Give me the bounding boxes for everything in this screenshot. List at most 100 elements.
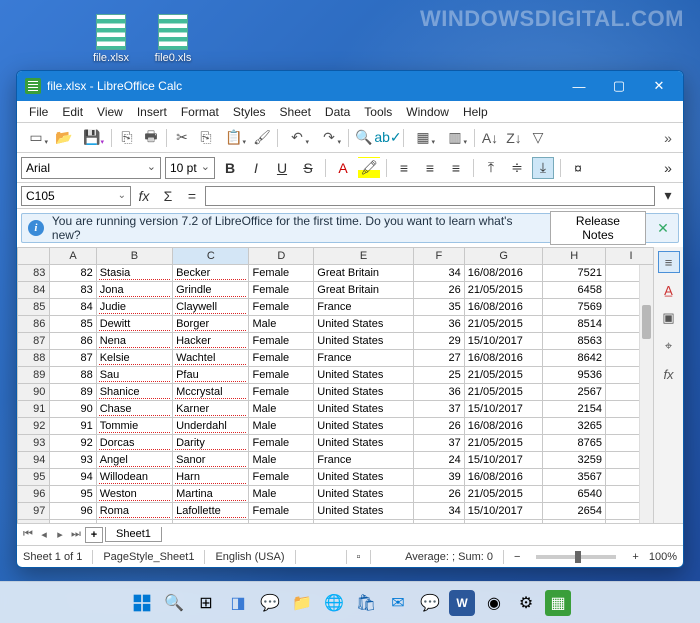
status-selection-mode[interactable]: ▫ xyxy=(357,551,361,563)
cell[interactable]: Pfau xyxy=(173,367,249,384)
edge-icon[interactable]: 🌐 xyxy=(321,590,347,616)
file-explorer-icon[interactable]: 📁 xyxy=(289,590,315,616)
table-row[interactable]: 9493AngelSanorMaleFrance2415/10/20173259 xyxy=(18,452,654,469)
underline-button[interactable]: U xyxy=(271,157,293,179)
cell[interactable]: Great Britain xyxy=(314,282,414,299)
cell[interactable]: 2654 xyxy=(543,503,606,520)
cell[interactable]: 16/08/2016 xyxy=(464,469,543,486)
strike-button[interactable]: S xyxy=(297,157,319,179)
row-head[interactable]: 98 xyxy=(18,520,50,524)
cell[interactable]: Sau xyxy=(96,367,172,384)
table-row[interactable]: 9291TommieUnderdahlMaleUnited States2616… xyxy=(18,418,654,435)
cell[interactable]: Stasia xyxy=(96,265,172,282)
new-button[interactable]: ▭ xyxy=(21,127,51,149)
cell[interactable]: Female xyxy=(249,299,314,316)
tab-last-button[interactable]: ⏭ xyxy=(69,528,83,541)
cell[interactable]: 24 xyxy=(413,452,464,469)
cell[interactable]: 34 xyxy=(413,503,464,520)
spellcheck-button[interactable]: ab✓ xyxy=(377,127,399,149)
font-color-button[interactable]: A xyxy=(332,157,354,179)
cell[interactable]: 36 xyxy=(413,384,464,401)
cell[interactable]: 93 xyxy=(50,452,96,469)
cell[interactable]: 35 xyxy=(413,299,464,316)
cell[interactable]: 16/08/2016 xyxy=(464,299,543,316)
bold-button[interactable]: B xyxy=(219,157,241,179)
toolbar-overflow-button[interactable]: » xyxy=(657,127,679,149)
cell[interactable]: 8642 xyxy=(543,350,606,367)
table-row[interactable]: 9392DorcasDarityFemaleUnited States3721/… xyxy=(18,435,654,452)
widgets-icon[interactable]: ◨ xyxy=(225,590,251,616)
cell[interactable]: 37 xyxy=(413,435,464,452)
copy-button[interactable]: ⎘ xyxy=(195,127,217,149)
cut-button[interactable]: ✂ xyxy=(171,127,193,149)
tab-next-button[interactable]: ▸ xyxy=(53,528,67,541)
cell[interactable]: 82 xyxy=(50,265,96,282)
valign-middle-button[interactable]: ≑ xyxy=(506,157,528,179)
cell[interactable]: 95 xyxy=(50,486,96,503)
cell[interactable]: Mccrystal xyxy=(173,384,249,401)
cell[interactable]: 15/10/2017 xyxy=(464,452,543,469)
cell[interactable]: 16/08/2016 xyxy=(464,350,543,367)
tab-first-button[interactable]: ⏮ xyxy=(21,528,35,541)
cell[interactable]: Hacker xyxy=(173,333,249,350)
minimize-button[interactable]: — xyxy=(559,71,599,101)
cell[interactable]: 21/05/2015 xyxy=(464,486,543,503)
cell[interactable]: 89 xyxy=(50,384,96,401)
cell[interactable]: 92 xyxy=(50,435,96,452)
sidebar-functions-icon[interactable]: fx xyxy=(658,363,680,385)
row-head[interactable]: 95 xyxy=(18,469,50,486)
paste-button[interactable]: 📋 xyxy=(219,127,249,149)
cell[interactable]: 6540 xyxy=(543,486,606,503)
cell[interactable]: Martina xyxy=(173,486,249,503)
cell[interactable]: 97 xyxy=(50,520,96,524)
cell[interactable]: United States xyxy=(314,401,414,418)
cell[interactable]: 26 xyxy=(413,282,464,299)
table-row[interactable]: 8685DewittBorgerMaleUnited States3621/05… xyxy=(18,316,654,333)
cell[interactable]: 16/08/2016 xyxy=(464,520,543,524)
cell[interactable]: Male xyxy=(249,418,314,435)
cell[interactable]: Felisa xyxy=(96,520,172,524)
currency-button[interactable]: ¤ xyxy=(567,157,589,179)
undo-button[interactable]: ↶ xyxy=(282,127,312,149)
row-head[interactable]: 92 xyxy=(18,418,50,435)
zoom-out-button[interactable]: − xyxy=(514,551,520,563)
cell[interactable]: Female xyxy=(249,350,314,367)
cell[interactable]: Female xyxy=(249,469,314,486)
open-button[interactable]: 📂 xyxy=(53,127,75,149)
libreoffice-calc-icon[interactable]: ▦ xyxy=(545,590,571,616)
table-row[interactable]: 8887KelsieWachtelFemaleFrance2716/08/201… xyxy=(18,350,654,367)
cell[interactable]: 21/05/2015 xyxy=(464,367,543,384)
autofilter-button[interactable]: ▽ xyxy=(527,127,549,149)
cell[interactable]: Wachtel xyxy=(173,350,249,367)
cell[interactable]: 86 xyxy=(50,333,96,350)
zoom-slider[interactable] xyxy=(536,555,616,559)
menu-styles[interactable]: Styles xyxy=(227,103,272,121)
table-row[interactable]: 8483JonaGrindleFemaleGreat Britain2621/0… xyxy=(18,282,654,299)
cell[interactable]: 94 xyxy=(50,469,96,486)
cell[interactable]: 91 xyxy=(50,418,96,435)
cell[interactable]: Karner xyxy=(173,401,249,418)
cell[interactable]: United States xyxy=(314,520,414,524)
table-row[interactable]: 9695WestonMartinaMaleUnited States2621/0… xyxy=(18,486,654,503)
italic-button[interactable]: I xyxy=(245,157,267,179)
find-button[interactable]: 🔍 xyxy=(353,127,375,149)
cell[interactable]: Female xyxy=(249,520,314,524)
cell[interactable]: Male xyxy=(249,316,314,333)
formula-button[interactable]: = xyxy=(181,185,203,207)
cell[interactable]: 37 xyxy=(413,401,464,418)
font-name-combo[interactable]: Arial xyxy=(21,157,161,179)
menu-view[interactable]: View xyxy=(91,103,129,121)
cell[interactable]: Becker xyxy=(173,265,249,282)
row-head[interactable]: 88 xyxy=(18,350,50,367)
cell[interactable]: United States xyxy=(314,367,414,384)
cell[interactable]: Female xyxy=(249,503,314,520)
cell[interactable]: 85 xyxy=(50,316,96,333)
cell[interactable]: United States xyxy=(314,503,414,520)
row-head[interactable]: 84 xyxy=(18,282,50,299)
cell[interactable]: Willodean xyxy=(96,469,172,486)
cell[interactable]: 3265 xyxy=(543,418,606,435)
print-button[interactable]: 🖶 xyxy=(140,127,162,149)
cell[interactable]: Judie xyxy=(96,299,172,316)
table-row[interactable]: 9897FelisaCailFemaleUnited States2816/08… xyxy=(18,520,654,524)
cell[interactable]: 7569 xyxy=(543,299,606,316)
